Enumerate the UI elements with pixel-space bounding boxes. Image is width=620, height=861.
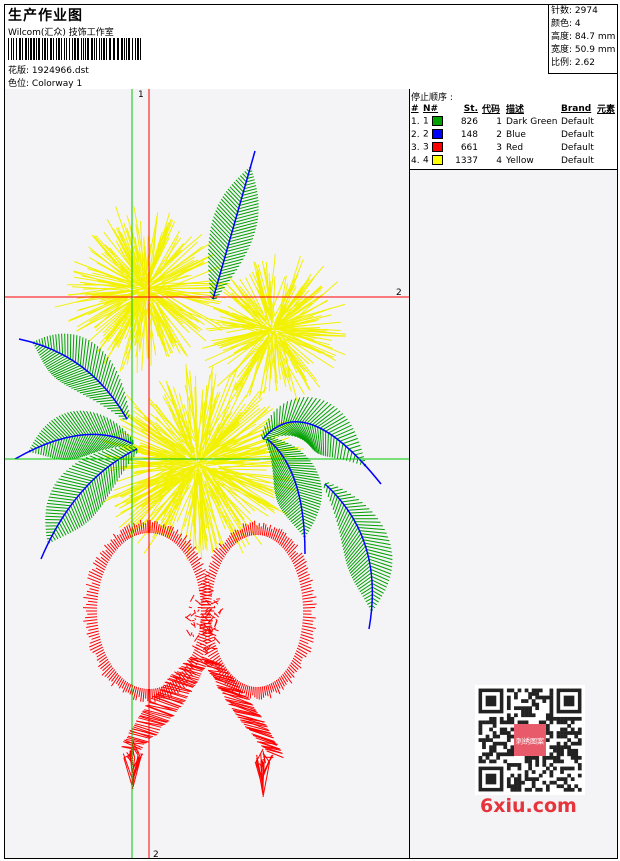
stat-stitches: 针数: 2974 bbox=[551, 6, 598, 16]
color-swatch bbox=[431, 155, 443, 166]
watermark-logo: 6xiu.com bbox=[480, 795, 577, 817]
colorway: 色位: Colorway 1 bbox=[8, 79, 83, 89]
table-row: 4. 4 1337 4 Yellow Default bbox=[411, 155, 594, 166]
color-swatch bbox=[431, 129, 443, 140]
embroidery-preview: 1 2 2 bbox=[5, 89, 409, 858]
color-table-header: # N# St. 代码 描述 Brand 元素 bbox=[411, 103, 616, 116]
stat-width: 宽度: 50.9 mm bbox=[551, 45, 616, 55]
guide-label-h2: 2 bbox=[396, 288, 402, 298]
qr-graphic: 刺绣图案 bbox=[478, 688, 582, 792]
stat-colors: 颜色: 4 bbox=[551, 19, 581, 29]
guide-label-v2: 2 bbox=[153, 850, 159, 858]
qr-code: 刺绣图案 bbox=[475, 685, 585, 795]
table-row: 3. 3 661 3 Red Default bbox=[411, 142, 594, 153]
design-canvas[interactable]: 1 2 2 bbox=[5, 89, 410, 858]
qr-center-label: 刺绣图案 bbox=[516, 737, 544, 746]
color-table: # N# St. 代码 描述 Brand 元素 1. 1 826 1 Dark Gre… bbox=[411, 102, 617, 167]
embroidery-artwork bbox=[14, 150, 393, 798]
color-swatch bbox=[431, 142, 443, 153]
stop-sequence-panel: 停止顺序 : # N# St. 代码 描述 Brand 元素 1. 1 826 1 D… bbox=[410, 89, 617, 170]
header-info: 生产作业图 Wilcom(汇众) 技饰工作室 花版: 1924966.dst 色… bbox=[5, 5, 548, 89]
stat-scale: 比例: 2.62 bbox=[551, 58, 595, 68]
sheet-header: 生产作业图 Wilcom(汇众) 技饰工作室 花版: 1924966.dst 色… bbox=[5, 5, 618, 90]
stats-box: 针数: 2974 颜色: 4 高度: 84.7 mm 宽度: 50.9 mm 比… bbox=[548, 5, 618, 74]
table-row: 2. 2 148 2 Blue Default bbox=[411, 129, 594, 140]
stat-height: 高度: 84.7 mm bbox=[551, 32, 616, 42]
table-row: 1. 1 826 1 Dark Green Default bbox=[411, 116, 594, 127]
production-sheet: 生产作业图 Wilcom(汇众) 技饰工作室 花版: 1924966.dst 色… bbox=[4, 4, 618, 859]
company-name: Wilcom(汇众) 技饰工作室 bbox=[8, 28, 114, 38]
barcode bbox=[8, 38, 144, 60]
color-swatch bbox=[431, 116, 443, 127]
page-title: 生产作业图 bbox=[8, 8, 83, 24]
design-file: 花版: 1924966.dst bbox=[8, 66, 89, 76]
guide-label-v1: 1 bbox=[138, 90, 144, 100]
